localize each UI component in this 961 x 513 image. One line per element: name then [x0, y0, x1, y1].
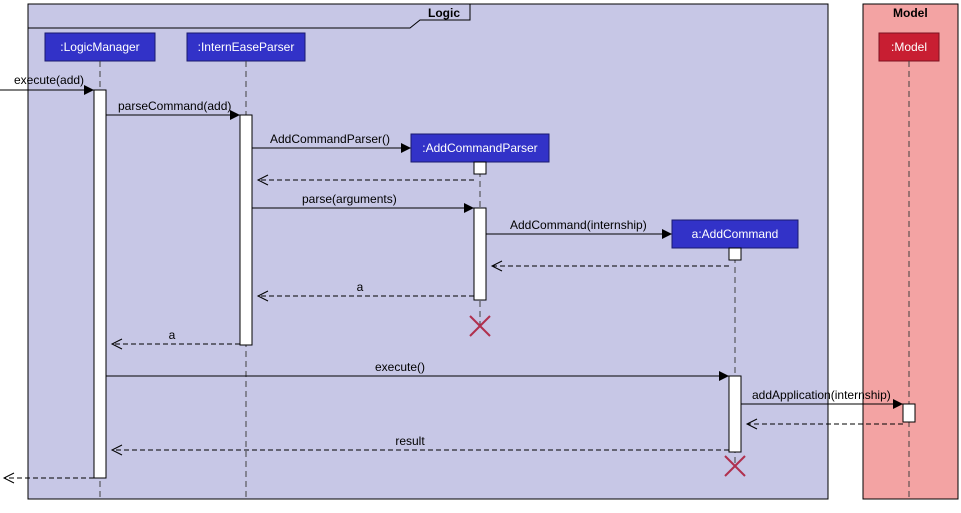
frame-model [863, 4, 958, 499]
ret-a-to-lm-label: a [169, 328, 176, 342]
msg-parseCommand-label: parseCommand(add) [118, 99, 231, 113]
ret-result-label: result [395, 434, 425, 448]
msg-execute-add-label: execute(add) [14, 73, 84, 87]
activation-acp-2 [474, 208, 486, 300]
msg-execute-label: execute() [375, 360, 425, 374]
participant-model-label: :Model [891, 40, 927, 54]
sequence-diagram: Logic Model :LogicManager :InternEasePar… [0, 0, 961, 513]
frame-logic-title: Logic [428, 6, 460, 20]
participant-addCommand-label: a:AddCommand [692, 227, 779, 241]
participant-addCommandParser-label: :AddCommandParser [422, 141, 537, 155]
activation-lm [94, 90, 106, 478]
msg-parse-args-label: parse(arguments) [302, 192, 397, 206]
frame-logic [28, 4, 828, 499]
activation-iep [240, 115, 252, 345]
activation-model [903, 404, 915, 422]
msg-addApplication-label: addApplication(internship) [752, 388, 891, 402]
ret-a-to-iep-label: a [357, 280, 364, 294]
participant-logicmanager-label: :LogicManager [60, 40, 139, 54]
activation-acp-1 [474, 162, 486, 174]
activation-ac-1 [729, 248, 741, 260]
activation-ac-2 [729, 376, 741, 452]
participant-internEaseParser-label: :InternEaseParser [198, 40, 295, 54]
msg-new-addCommand-label: AddCommand(internship) [510, 218, 647, 232]
msg-new-addCommandParser-label: AddCommandParser() [270, 132, 390, 146]
frame-model-title: Model [893, 6, 928, 20]
